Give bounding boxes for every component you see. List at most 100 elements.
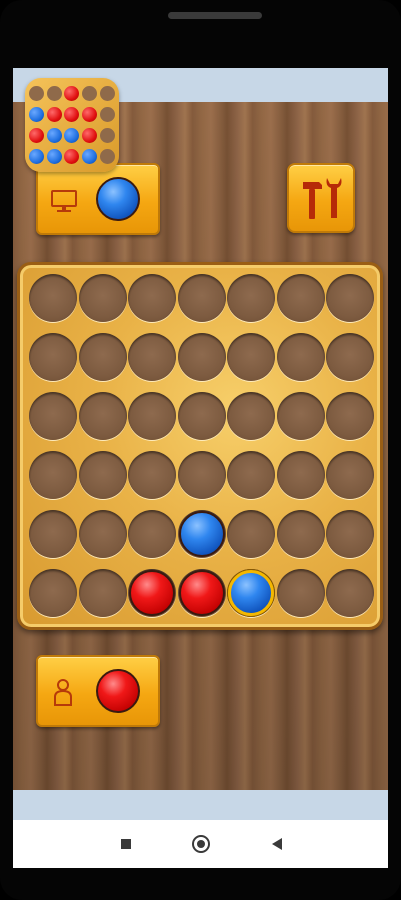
board-cell[interactable] [227,451,275,499]
app-screen [13,68,388,868]
board-hole [276,451,325,499]
board-hole [128,510,176,558]
hammer-wrench-icon [303,178,342,219]
recents-button[interactable] [114,832,138,856]
red-piece [178,570,225,616]
phone-frame [0,0,401,900]
board-cell[interactable] [128,510,176,558]
back-button[interactable] [265,832,289,856]
board-cell[interactable] [29,392,77,440]
board-grid [29,274,374,619]
board-hole [78,274,127,322]
board-hole [227,333,275,381]
logo-dot [46,107,62,122]
board-hole [276,392,325,440]
board-cell[interactable] [78,392,127,440]
board-cell[interactable] [78,510,127,558]
board-cell[interactable] [227,333,275,381]
logo-dot [64,128,80,143]
board-hole [128,392,176,440]
phone-speaker [168,12,262,19]
board-cell[interactable] [326,451,374,499]
logo-dot [99,107,115,122]
logo-dot [64,86,80,101]
board-cell[interactable] [276,569,325,617]
board-hole [177,392,226,440]
board-cell[interactable] [29,451,77,499]
board-cell[interactable] [227,510,275,558]
board-hole [326,510,374,558]
square-icon [121,839,131,849]
human-token [96,669,140,713]
logo-dot [99,86,115,101]
board-hole [29,569,77,617]
blue-piece [228,570,274,616]
board-hole [326,569,374,617]
board-hole [29,333,77,381]
home-button[interactable] [189,832,213,856]
board-cell[interactable] [177,569,226,617]
logo-dot [82,107,98,122]
board-cell[interactable] [276,510,325,558]
board-cell[interactable] [227,569,275,617]
logo-dot [29,149,45,164]
board-cell[interactable] [177,451,226,499]
board-cell[interactable] [128,333,176,381]
settings-button[interactable] [287,163,355,233]
logo-dot [82,149,98,164]
computer-token [96,177,140,221]
board-cell[interactable] [326,274,374,322]
board-cell[interactable] [177,274,226,322]
game-board[interactable] [17,262,383,630]
board-cell[interactable] [177,333,226,381]
board-hole [78,569,127,617]
board-hole [326,451,374,499]
logo-dot [99,149,115,164]
board-hole [128,451,176,499]
board-cell[interactable] [177,510,226,558]
logo-dot [46,128,62,143]
board-cell[interactable] [29,333,77,381]
board-cell[interactable] [276,451,325,499]
board-hole [227,451,275,499]
logo-dot [29,128,45,143]
connect-four-logo-icon [25,78,119,172]
board-cell[interactable] [29,510,77,558]
board-cell[interactable] [276,333,325,381]
board-cell[interactable] [326,392,374,440]
board-cell[interactable] [276,392,325,440]
board-cell[interactable] [326,333,374,381]
board-hole [276,510,325,558]
board-cell[interactable] [227,392,275,440]
computer-icon [51,190,77,212]
board-hole [78,333,127,381]
board-cell[interactable] [326,510,374,558]
board-hole [276,274,325,322]
board-hole [78,392,127,440]
board-cell[interactable] [29,274,77,322]
board-cell[interactable] [128,274,176,322]
board-cell[interactable] [128,392,176,440]
board-cell[interactable] [78,274,127,322]
human-player-panel[interactable] [36,655,160,727]
board-cell[interactable] [78,451,127,499]
board-cell[interactable] [177,392,226,440]
board-cell[interactable] [128,569,176,617]
triangle-back-icon [272,838,282,850]
board-hole [326,333,374,381]
board-cell[interactable] [128,451,176,499]
board-hole [29,392,77,440]
board-cell[interactable] [227,274,275,322]
board-cell[interactable] [276,274,325,322]
logo-dot [99,128,115,143]
logo-dot [82,128,98,143]
board-hole [177,451,226,499]
logo-dot [64,107,80,122]
board-cell[interactable] [29,569,77,617]
board-cell[interactable] [78,333,127,381]
computer-player-panel[interactable] [36,163,160,235]
board-hole [177,274,226,322]
board-hole [326,274,374,322]
board-cell[interactable] [78,569,127,617]
board-cell[interactable] [326,569,374,617]
